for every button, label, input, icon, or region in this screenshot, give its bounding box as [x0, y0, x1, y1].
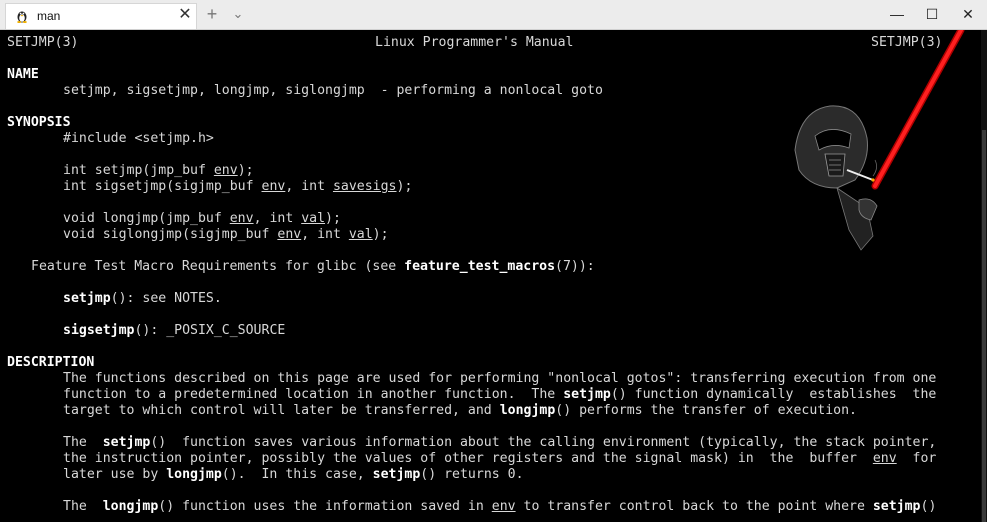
new-tab-button[interactable]: +: [203, 4, 221, 24]
proto-siglongjmp: void siglongjmp(sigjmp_buf env, int val)…: [63, 227, 389, 242]
name-line: setjmp, sigsetjmp, longjmp, siglongjmp -…: [63, 83, 603, 98]
ftm-sigsetjmp: sigsetjmp(): _POSIX_C_SOURCE: [63, 323, 286, 338]
desc-line-2: function to a predetermined location in …: [63, 387, 937, 402]
name-heading: NAME: [7, 67, 39, 82]
maximize-button[interactable]: ☐: [914, 0, 950, 29]
proto-setjmp: int setjmp(jmp_buf env);: [63, 163, 254, 178]
tab-dropdown-button[interactable]: ⌄: [229, 4, 247, 24]
man-header-left: SETJMP(3): [7, 35, 79, 50]
include-line: #include <setjmp.h>: [63, 131, 214, 146]
desc-line-4: The setjmp() function saves various info…: [63, 435, 937, 450]
ftm-setjmp: setjmp(): see NOTES.: [63, 291, 222, 306]
title-bar: man ✕ + ⌄ — ☐ ✕: [0, 0, 987, 30]
terminal-scrollbar[interactable]: [981, 30, 987, 522]
synopsis-heading: SYNOPSIS: [7, 115, 71, 130]
desc-line-5: the instruction pointer, possibly the va…: [63, 451, 937, 466]
proto-longjmp: void longjmp(jmp_buf env, int val);: [63, 211, 341, 226]
ftm-line: Feature Test Macro Requirements for glib…: [31, 259, 595, 274]
desc-line-7: The longjmp() function uses the informat…: [63, 499, 937, 514]
close-window-button[interactable]: ✕: [950, 0, 986, 29]
tab-man[interactable]: man ✕: [5, 3, 197, 29]
background-art-image: [794, 30, 965, 251]
desc-line-3: target to which control will later be tr…: [63, 403, 857, 418]
tab-label: man: [37, 9, 61, 23]
linux-penguin-icon: [17, 11, 27, 23]
scrollbar-thumb[interactable]: [982, 130, 986, 522]
proto-sigsetjmp: int sigsetjmp(sigjmp_buf env, int savesi…: [63, 179, 413, 194]
close-tab-button[interactable]: ✕: [176, 6, 194, 24]
desc-line-6: later use by longjmp(). In this case, se…: [63, 467, 524, 482]
minimize-button[interactable]: —: [879, 0, 915, 29]
description-heading: DESCRIPTION: [7, 355, 95, 370]
man-header-center: Linux Programmer's Manual: [375, 35, 574, 50]
desc-line-1: The functions described on this page are…: [63, 371, 937, 386]
